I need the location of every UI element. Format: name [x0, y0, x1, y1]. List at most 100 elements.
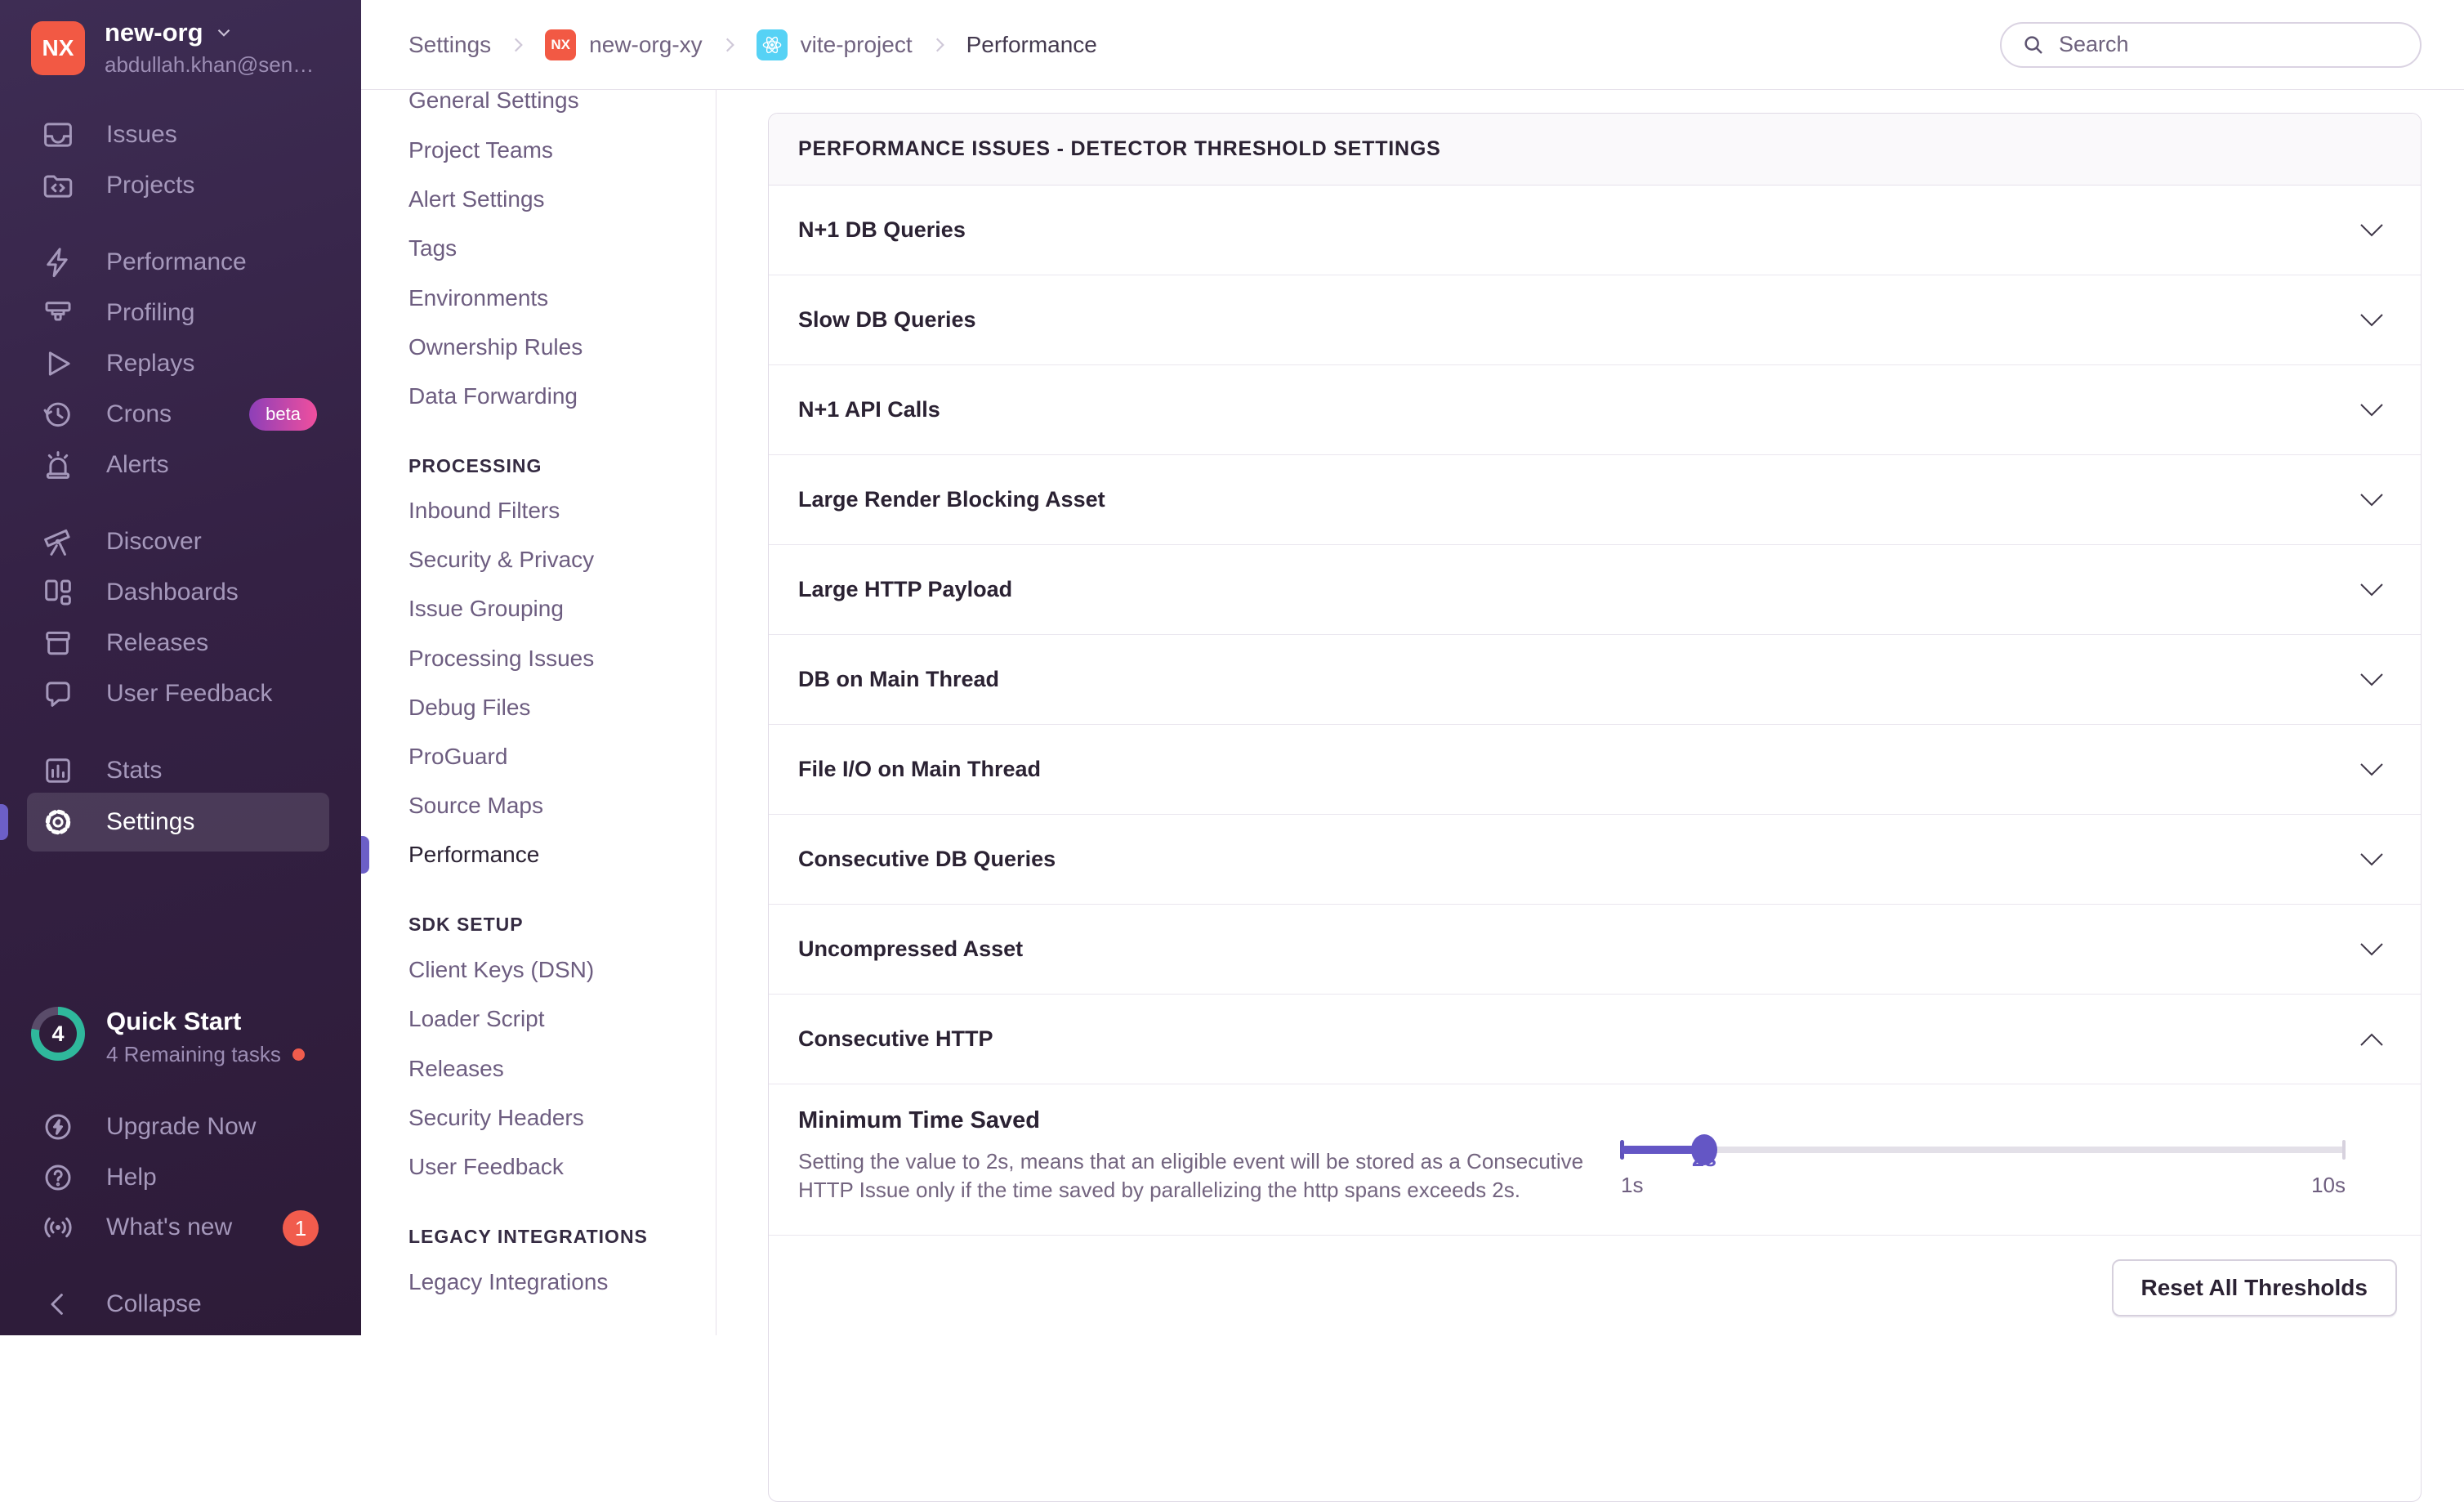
breadcrumb-organization[interactable]: NX new-org-xy: [545, 29, 702, 60]
settings-nav-data-forwarding[interactable]: Data Forwarding: [361, 372, 716, 421]
settings-nav-general-settings[interactable]: General Settings: [361, 76, 716, 125]
settings-nav-source-maps[interactable]: Source Maps: [361, 781, 716, 830]
question-circle-icon: [41, 1160, 75, 1195]
settings-nav-debug-files[interactable]: Debug Files: [361, 683, 716, 732]
slider-max-label: 10s: [2311, 1173, 2346, 1198]
min-time-saved-slider: 2s 1s 10s: [1621, 1147, 2346, 1198]
sidebar-item-user-feedback[interactable]: User Feedback: [0, 668, 361, 719]
settings-nav-security-privacy[interactable]: Security & Privacy: [361, 535, 716, 584]
settings-nav-loader-script[interactable]: Loader Script: [361, 995, 716, 1044]
sidebar-item-replays[interactable]: Replays: [0, 338, 361, 389]
settings-nav-alert-settings[interactable]: Alert Settings: [361, 175, 716, 224]
settings-nav-proguard[interactable]: ProGuard: [361, 732, 716, 781]
threshold-settings-panel: PERFORMANCE ISSUES - DETECTOR THRESHOLD …: [768, 113, 2422, 1502]
sidebar-item-performance[interactable]: Performance: [0, 237, 361, 288]
settings-nav-ownership-rules[interactable]: Ownership Rules: [361, 323, 716, 372]
settings-nav-client-keys[interactable]: Client Keys (DSN): [361, 945, 716, 995]
org-switcher[interactable]: NX new-org abdullah.khan@sen…: [31, 18, 314, 78]
active-nav-indicator: [0, 804, 8, 840]
sidebar-item-stats[interactable]: Stats: [0, 745, 361, 796]
inbox-icon: [41, 118, 75, 152]
accordion-row-file-io-on-main-thread[interactable]: File I/O on Main Thread: [769, 725, 2421, 815]
chevron-down-icon: [2359, 222, 2385, 239]
dashboard-grid-icon: [41, 575, 75, 610]
chevron-down-icon: [2359, 672, 2385, 688]
settings-nav-performance[interactable]: Performance: [361, 830, 716, 879]
settings-nav-user-feedback[interactable]: User Feedback: [361, 1142, 716, 1191]
bar-chart-icon: [41, 753, 75, 788]
chevron-down-icon: [2359, 312, 2385, 329]
org-badge: NX: [545, 29, 576, 60]
sidebar-item-profiling[interactable]: Profiling: [0, 288, 361, 338]
accordion-row-uncompressed-asset[interactable]: Uncompressed Asset: [769, 905, 2421, 995]
beta-badge: beta: [249, 398, 317, 431]
chevron-down-icon: [2359, 852, 2385, 868]
chevron-down-icon: [2359, 582, 2385, 598]
notification-dot: [292, 1048, 305, 1061]
settings-nav-section-legacy-integrations: LEGACY INTEGRATIONS: [361, 1217, 716, 1256]
lightning-circle-icon: [41, 1110, 75, 1144]
feedback-bubble-icon: [41, 677, 75, 711]
settings-nav-processing-issues[interactable]: Processing Issues: [361, 634, 716, 683]
settings-nav-security-headers[interactable]: Security Headers: [361, 1093, 716, 1142]
accordion-row-n1-db-queries[interactable]: N+1 DB Queries: [769, 186, 2421, 275]
sidebar-item-issues[interactable]: Issues: [0, 110, 361, 160]
quick-start-widget[interactable]: 4 Quick Start 4 Remaining tasks: [31, 1007, 305, 1067]
accordion-row-large-render-blocking-asset[interactable]: Large Render Blocking Asset: [769, 455, 2421, 545]
accordion-row-large-http-payload[interactable]: Large HTTP Payload: [769, 545, 2421, 635]
broadcast-icon: [41, 1210, 75, 1245]
sidebar-item-whats-new[interactable]: What's new 1: [0, 1202, 361, 1253]
sidebar-item-releases[interactable]: Releases: [0, 618, 361, 668]
gear-icon: [41, 805, 75, 839]
sidebar-item-help[interactable]: Help: [0, 1152, 361, 1203]
clock-history-icon: [41, 397, 75, 431]
chevron-right-icon: [719, 34, 740, 56]
search-input[interactable]: [2059, 32, 2386, 57]
accordion-row-slow-db-queries[interactable]: Slow DB Queries: [769, 275, 2421, 365]
settings-nav: General Settings Project Teams Alert Set…: [361, 90, 716, 1335]
chevron-down-icon: [213, 22, 234, 43]
settings-nav-section-processing: PROCESSING: [361, 446, 716, 485]
main-content: PERFORMANCE ISSUES - DETECTOR THRESHOLD …: [716, 90, 2464, 1335]
settings-nav-environments[interactable]: Environments: [361, 274, 716, 323]
org-email: abdullah.khan@sen…: [105, 52, 314, 78]
settings-nav-releases[interactable]: Releases: [361, 1044, 716, 1093]
chevron-down-icon: [2359, 402, 2385, 418]
settings-nav-issue-grouping[interactable]: Issue Grouping: [361, 584, 716, 633]
quick-start-subtitle: 4 Remaining tasks: [106, 1042, 281, 1067]
sidebar-item-settings[interactable]: Settings: [27, 793, 329, 852]
sidebar-collapse-button[interactable]: Collapse: [0, 1279, 361, 1330]
setting-description: Setting the value to 2s, means that an e…: [798, 1147, 1615, 1205]
profiling-icon: [41, 296, 75, 330]
play-icon: [41, 346, 75, 381]
chevron-up-icon: [2359, 1031, 2385, 1048]
chevron-down-icon: [2359, 941, 2385, 958]
search-box[interactable]: [2000, 22, 2422, 68]
slider-track[interactable]: [1621, 1147, 2346, 1153]
settings-nav-project-teams[interactable]: Project Teams: [361, 126, 716, 175]
reset-all-thresholds-button[interactable]: Reset All Thresholds: [2112, 1259, 2397, 1316]
setting-label: Minimum Time Saved: [798, 1107, 1615, 1134]
settings-nav-inbound-filters[interactable]: Inbound Filters: [361, 486, 716, 535]
chevron-left-icon: [41, 1287, 75, 1321]
breadcrumb-project[interactable]: vite-project: [757, 29, 913, 60]
sidebar-item-discover[interactable]: Discover: [0, 516, 361, 567]
react-project-icon: [757, 29, 788, 60]
accordion-row-db-on-main-thread[interactable]: DB on Main Thread: [769, 635, 2421, 725]
accordion-row-consecutive-db-queries[interactable]: Consecutive DB Queries: [769, 815, 2421, 905]
sidebar-item-projects[interactable]: Projects: [0, 160, 361, 211]
settings-nav-legacy-integrations[interactable]: Legacy Integrations: [361, 1258, 716, 1307]
breadcrumb-current-page: Performance: [966, 32, 1097, 58]
sidebar-item-crons[interactable]: Crons beta: [0, 389, 361, 440]
consecutive-http-detail: Minimum Time Saved Setting the value to …: [769, 1084, 2421, 1236]
breadcrumb-settings[interactable]: Settings: [408, 32, 491, 58]
sidebar-item-alerts[interactable]: Alerts: [0, 440, 361, 490]
accordion-row-consecutive-http[interactable]: Consecutive HTTP: [769, 995, 2421, 1084]
sidebar-item-upgrade-now[interactable]: Upgrade Now: [0, 1102, 361, 1152]
accordion-row-n1-api-calls[interactable]: N+1 API Calls: [769, 365, 2421, 455]
whats-new-badge: 1: [283, 1210, 319, 1246]
settings-nav-tags[interactable]: Tags: [361, 224, 716, 273]
lightning-icon: [41, 245, 75, 279]
slider-thumb[interactable]: [1691, 1134, 1717, 1165]
sidebar-item-dashboards[interactable]: Dashboards: [0, 567, 361, 618]
